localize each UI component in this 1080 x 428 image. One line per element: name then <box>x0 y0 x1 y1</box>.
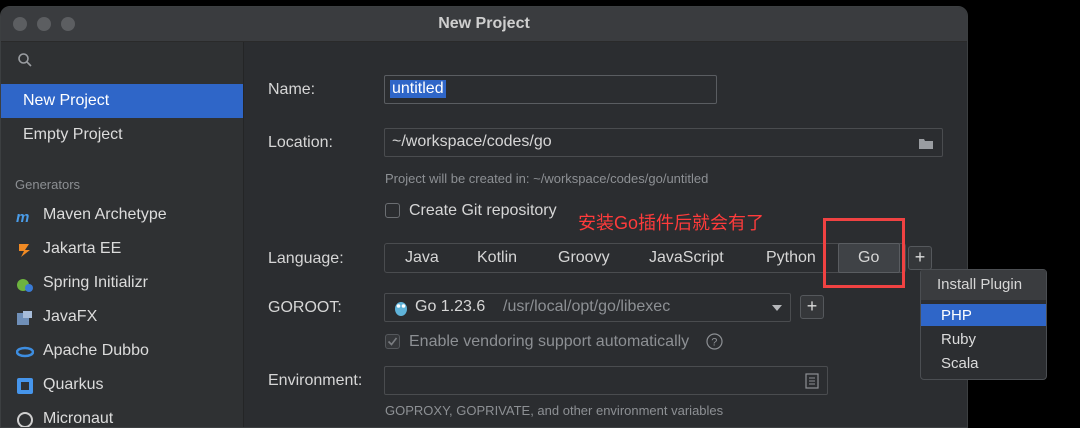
sidebar-item-label: Empty Project <box>23 126 123 143</box>
plugin-option-label: Ruby <box>941 331 977 348</box>
dubbo-icon <box>16 346 34 358</box>
generator-label: Jakarta EE <box>43 240 122 257</box>
generator-label: Maven Archetype <box>43 206 167 223</box>
document-icon[interactable] <box>805 373 819 389</box>
plugin-option-label: PHP <box>941 307 972 324</box>
annotation-highlight-box <box>823 218 905 288</box>
svg-text:?: ? <box>711 337 717 349</box>
goroot-path: /usr/local/opt/go/libexec <box>503 298 671 315</box>
plugin-option-scala[interactable]: Scala <box>921 352 1046 374</box>
generator-label: JavaFX <box>43 308 98 325</box>
sidebar-search[interactable] <box>1 42 243 78</box>
vendoring-label: Enable vendoring support automatically <box>409 333 690 350</box>
name-field[interactable]: untitled <box>384 75 717 104</box>
language-option-groovy[interactable]: Groovy <box>558 249 610 267</box>
generator-label: Micronaut <box>43 410 114 427</box>
environment-label: Environment: <box>268 372 363 389</box>
micronaut-icon <box>17 412 33 427</box>
svg-text:m: m <box>16 209 29 224</box>
title-bar: New Project <box>1 7 967 42</box>
environment-field[interactable] <box>384 366 828 395</box>
language-option-java[interactable]: Java <box>405 249 439 267</box>
generator-maven-archetype[interactable]: m Maven Archetype <box>1 199 243 233</box>
name-label: Name: <box>268 81 316 98</box>
language-option-python[interactable]: Python <box>766 249 816 267</box>
language-option-kotlin[interactable]: Kotlin <box>477 249 517 267</box>
quarkus-icon <box>17 378 33 394</box>
name-field-value: untitled <box>390 80 446 98</box>
generator-label: Spring Initializr <box>43 274 148 291</box>
location-field[interactable]: ~/workspace/codes/go <box>384 128 943 157</box>
generator-label: Quarkus <box>43 376 104 393</box>
goroot-select[interactable]: Go 1.23.6 /usr/local/opt/go/libexec <box>384 293 791 322</box>
plugin-option-label: Scala <box>941 355 979 372</box>
window-title: New Project <box>438 15 530 32</box>
spring-icon <box>17 279 33 292</box>
search-icon <box>18 53 32 67</box>
main-panel: Name: untitled Location: ~/workspace/cod… <box>244 42 967 427</box>
generator-spring-initializr[interactable]: Spring Initializr <box>1 267 243 301</box>
language-label: Language: <box>268 250 344 267</box>
add-goroot-button[interactable]: + <box>800 295 824 319</box>
language-option-javascript[interactable]: JavaScript <box>649 249 724 267</box>
goroot-version: Go 1.23.6 <box>415 298 486 315</box>
new-project-window: New Project New Project Empty Project Ge… <box>0 6 968 428</box>
jakarta-icon <box>19 244 30 257</box>
plugin-option-php[interactable]: PHP <box>921 304 1046 326</box>
install-plugin-popup: Install Plugin PHP Ruby Scala <box>920 269 1047 380</box>
location-hint: Project will be created in: ~/workspace/… <box>385 171 709 186</box>
chevron-down-icon <box>772 305 782 311</box>
folder-icon[interactable] <box>918 136 934 150</box>
sidebar: New Project Empty Project Generators m M… <box>1 42 244 427</box>
git-repository-checkbox[interactable] <box>385 203 400 218</box>
sidebar-item-empty-project[interactable]: Empty Project <box>1 118 243 152</box>
generator-apache-dubbo[interactable]: Apache Dubbo <box>1 335 243 369</box>
git-repository-label: Create Git repository <box>409 202 557 219</box>
generator-javafx[interactable]: JavaFX <box>1 301 243 335</box>
vendoring-checkbox[interactable] <box>385 334 400 349</box>
sidebar-item-label: New Project <box>23 92 110 109</box>
add-language-button[interactable]: + <box>908 246 932 270</box>
goroot-label: GOROOT: <box>268 299 342 316</box>
generator-micronaut[interactable]: Micronaut <box>1 403 243 427</box>
maven-icon: m <box>16 209 29 224</box>
help-icon[interactable]: ? <box>706 333 723 350</box>
environment-hint: GOPROXY, GOPRIVATE, and other environmen… <box>385 403 724 418</box>
generator-quarkus[interactable]: Quarkus <box>1 369 243 403</box>
gopher-icon <box>395 302 407 316</box>
popup-title: Install Plugin <box>937 276 1023 293</box>
generator-label: Apache Dubbo <box>43 342 149 359</box>
location-field-value: ~/workspace/codes/go <box>392 133 552 150</box>
location-label: Location: <box>268 134 333 151</box>
sidebar-item-new-project[interactable]: New Project <box>1 84 243 118</box>
popup-header: Install Plugin <box>921 270 1046 300</box>
checkmark-icon <box>387 337 398 346</box>
generators-section-title: Generators <box>15 177 81 192</box>
annotation-text: 安装Go插件后就会有了 <box>578 213 765 233</box>
generator-jakarta-ee[interactable]: Jakarta EE <box>1 233 243 267</box>
plugin-option-ruby[interactable]: Ruby <box>921 328 1046 350</box>
javafx-icon <box>17 311 32 325</box>
